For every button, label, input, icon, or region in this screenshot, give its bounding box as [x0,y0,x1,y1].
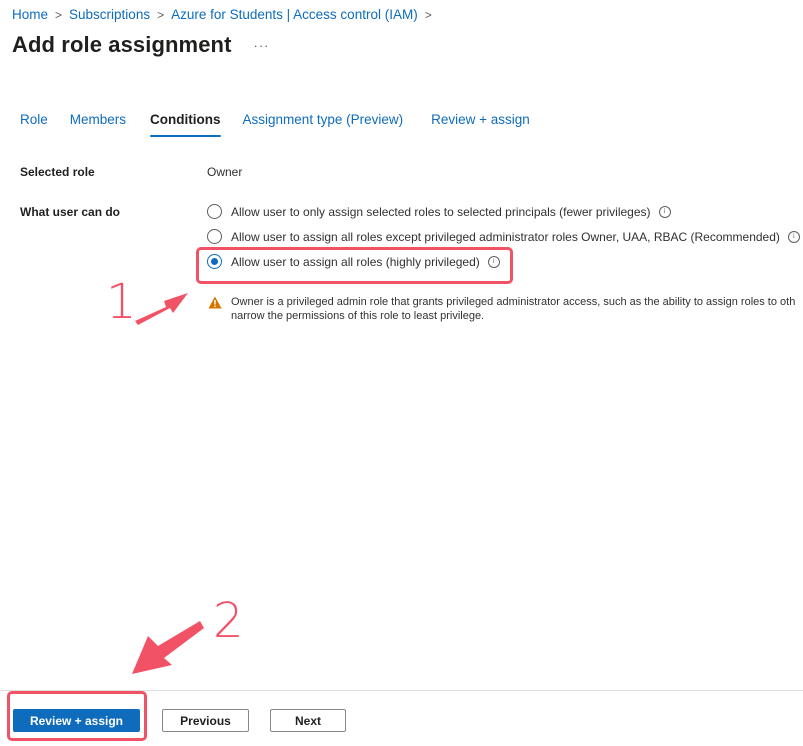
radio-button[interactable] [207,204,222,219]
radio-button[interactable] [207,229,222,244]
chevron-right-icon: > [55,7,63,22]
annotation-arrow-2 [132,621,204,674]
annotation-arrow-1 [135,293,188,325]
tab-conditions[interactable]: Conditions [150,112,221,137]
privilege-warning: Owner is a privileged admin role that gr… [208,295,795,323]
page-title: Add role assignment [12,32,232,57]
chevron-right-icon: > [424,7,432,22]
breadcrumb: Home > Subscriptions > Azure for Student… [12,7,439,22]
radio-button-checked[interactable] [207,254,222,269]
info-icon[interactable]: i [787,230,800,243]
option-selected-roles[interactable]: Allow user to only assign selected roles… [207,204,671,219]
annotation-step-2: 2 [213,593,244,649]
breadcrumb-home[interactable]: Home [12,7,48,22]
warning-line: Owner is a privileged admin role that gr… [231,296,796,308]
option-label: Allow user to assign all roles except pr… [231,229,780,244]
option-all-roles[interactable]: Allow user to assign all roles (highly p… [207,254,500,269]
info-icon[interactable]: i [658,205,671,218]
tab-members[interactable]: Members [70,112,126,137]
more-options-icon[interactable]: ··· [254,38,270,53]
wizard-tabs: Role Members Conditions Assignment type … [20,112,530,137]
tab-role[interactable]: Role [20,112,48,137]
what-user-can-do-label: What user can do [20,205,121,219]
footer-divider [0,690,803,691]
tab-assignment-type[interactable]: Assignment type (Preview) [243,112,404,137]
selected-role-value: Owner [207,165,243,179]
warning-line: narrow the permissions of this role to l… [231,310,485,322]
option-label: Allow user to only assign selected roles… [231,204,651,219]
warning-text: Owner is a privileged admin role that gr… [231,295,795,323]
selected-role-label: Selected role [20,165,95,179]
option-label: Allow user to assign all roles (highly p… [231,254,480,269]
next-button[interactable]: Next [270,709,346,732]
tab-review-assign[interactable]: Review + assign [431,112,530,137]
review-assign-button[interactable]: Review + assign [13,709,140,732]
warning-icon [208,296,222,309]
info-icon[interactable]: i [487,255,500,268]
breadcrumb-subscriptions[interactable]: Subscriptions [69,7,150,22]
breadcrumb-access-control[interactable]: Azure for Students | Access control (IAM… [171,7,418,22]
chevron-right-icon: > [157,7,165,22]
title-row: Add role assignment ··· [12,32,270,58]
option-all-except-privileged[interactable]: Allow user to assign all roles except pr… [207,229,800,244]
previous-button[interactable]: Previous [162,709,249,732]
